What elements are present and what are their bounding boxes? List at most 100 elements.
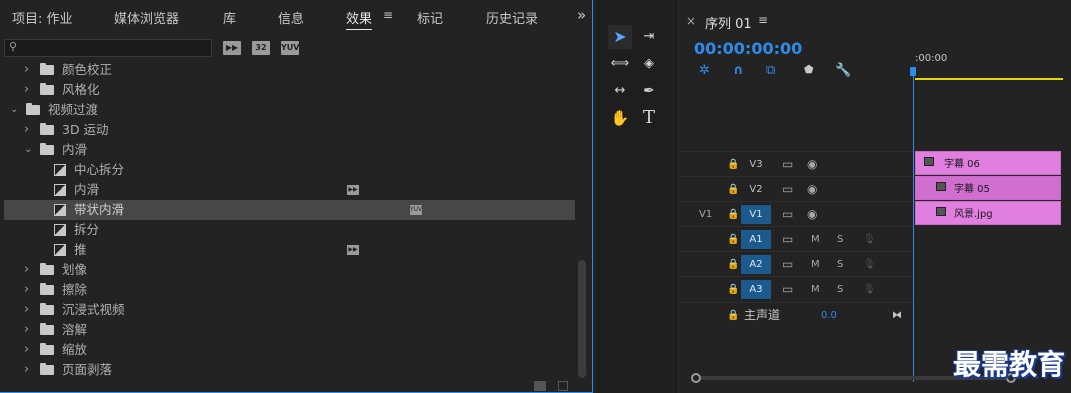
toggle-output-icon[interactable]: ▭ bbox=[782, 252, 793, 277]
tree-folder-item[interactable]: ⌄ 视频过渡 bbox=[4, 100, 575, 120]
zoom-handle-left[interactable] bbox=[691, 373, 701, 383]
razor-tool-icon[interactable]: ◈ bbox=[637, 52, 661, 76]
track-select-tool-icon[interactable]: ⇥ bbox=[637, 25, 661, 49]
tree-effect-item[interactable]: 内滑 ▶▶ bbox=[4, 180, 575, 200]
tab-history[interactable]: 历史记录 bbox=[486, 8, 538, 27]
chevron-down-icon[interactable]: ⌄ bbox=[10, 100, 18, 120]
source-patch[interactable]: V1 bbox=[699, 202, 712, 227]
snap-icon[interactable]: ∩ bbox=[733, 63, 744, 78]
slip-tool-icon[interactable]: ↔ bbox=[608, 79, 632, 103]
work-area-bar[interactable] bbox=[915, 78, 1063, 80]
wrench-icon[interactable]: 🔧 bbox=[835, 63, 851, 78]
search-field[interactable]: ⚲ bbox=[4, 39, 212, 57]
toggle-sync-lock-icon[interactable]: 🔒 bbox=[727, 152, 739, 177]
tab-libraries[interactable]: 库 bbox=[223, 8, 236, 27]
add-marker-icon[interactable]: ⬟ bbox=[804, 63, 814, 76]
eye-icon[interactable]: ◉ bbox=[807, 202, 817, 227]
tree-folder-item[interactable]: › 页面剥落 bbox=[4, 360, 575, 380]
toggle-sync-lock-icon[interactable]: 🔒 bbox=[727, 277, 739, 302]
toggle-output-icon[interactable]: ▭ bbox=[782, 152, 793, 177]
chevron-right-icon[interactable]: › bbox=[24, 300, 29, 320]
mute-button[interactable]: M bbox=[811, 227, 820, 252]
playhead-timecode[interactable]: 00:00:00:00 bbox=[694, 39, 802, 58]
search-input[interactable] bbox=[23, 41, 209, 55]
mute-button[interactable]: M bbox=[811, 277, 820, 302]
tab-markers[interactable]: 标记 bbox=[417, 8, 443, 27]
chevron-right-icon[interactable]: › bbox=[24, 340, 29, 360]
tab-info[interactable]: 信息 bbox=[278, 8, 304, 27]
eye-icon[interactable]: ◉ bbox=[807, 177, 817, 202]
playhead-line[interactable] bbox=[913, 72, 914, 382]
track-target-toggle[interactable]: A1 bbox=[741, 230, 771, 249]
clip-subtitle-05[interactable]: 字幕 05 bbox=[915, 176, 1061, 200]
solo-button[interactable]: S bbox=[837, 227, 843, 252]
master-volume-value[interactable]: 0.0 bbox=[821, 303, 837, 328]
track-target-toggle[interactable]: V1 bbox=[741, 205, 771, 224]
tree-folder-item[interactable]: › 3D 运动 bbox=[4, 120, 575, 140]
mic-icon[interactable]: 🎙 bbox=[863, 277, 876, 302]
toggle-output-icon[interactable]: ▭ bbox=[782, 227, 793, 252]
chevron-right-icon[interactable]: › bbox=[24, 320, 29, 340]
tree-folder-item[interactable]: › 划像 bbox=[4, 260, 575, 280]
vertical-scrollbar[interactable] bbox=[578, 260, 586, 378]
tree-effect-item[interactable]: 中心拆分 bbox=[4, 160, 575, 180]
yuv-filter-button[interactable]: YUV bbox=[281, 41, 299, 55]
chevron-right-icon[interactable]: › bbox=[24, 260, 29, 280]
toggle-sync-lock-icon[interactable]: 🔒 bbox=[727, 177, 739, 202]
lock-icon[interactable]: 🔒 bbox=[727, 303, 739, 328]
hand-tool-icon[interactable]: ✋ bbox=[608, 106, 632, 130]
toggle-output-icon[interactable]: ▭ bbox=[782, 177, 793, 202]
sequence-tab-title[interactable]: 序列 01 bbox=[705, 13, 752, 32]
ripple-edit-tool-icon[interactable]: ⟺ bbox=[608, 52, 632, 76]
type-tool-icon[interactable]: T bbox=[637, 106, 661, 130]
selection-tool-icon[interactable]: ➤ bbox=[608, 25, 632, 49]
close-icon[interactable]: × bbox=[686, 14, 696, 28]
pen-tool-icon[interactable]: ✒ bbox=[637, 79, 661, 103]
accelerated-effects-filter-icon[interactable]: ▶▶ bbox=[223, 41, 241, 55]
tree-folder-item[interactable]: › 缩放 bbox=[4, 340, 575, 360]
tree-effect-item[interactable]: 带状内滑 YUV bbox=[4, 200, 575, 220]
tab-project[interactable]: 项目: 作业 bbox=[12, 8, 73, 27]
toggle-sync-lock-icon[interactable]: 🔒 bbox=[727, 202, 739, 227]
chevron-right-icon[interactable]: › bbox=[24, 360, 29, 380]
chevron-right-icon[interactable]: › bbox=[24, 280, 29, 300]
track-target-toggle[interactable]: A2 bbox=[741, 255, 771, 274]
tree-folder-item[interactable]: › 颜色校正 bbox=[4, 60, 575, 80]
delete-icon[interactable] bbox=[558, 381, 568, 391]
linked-selection-icon[interactable]: ⧉ bbox=[766, 63, 775, 78]
tab-effects[interactable]: 效果 bbox=[346, 8, 373, 30]
mic-icon[interactable]: 🎙 bbox=[863, 227, 876, 252]
toggle-output-icon[interactable]: ▭ bbox=[782, 277, 793, 302]
sequence-menu-icon[interactable]: ≡ bbox=[758, 13, 768, 27]
track-target-toggle[interactable]: V3 bbox=[741, 155, 771, 174]
panel-overflow-icon[interactable]: » bbox=[577, 6, 586, 24]
chevron-right-icon[interactable]: › bbox=[24, 80, 29, 100]
tree-folder-item[interactable]: › 风格化 bbox=[4, 80, 575, 100]
tree-folder-item[interactable]: ⌄ 内滑 bbox=[4, 140, 575, 160]
panel-menu-icon[interactable]: ≡ bbox=[383, 8, 393, 22]
tab-media-browser[interactable]: 媒体浏览器 bbox=[114, 8, 179, 27]
tree-folder-item[interactable]: › 沉浸式视频 bbox=[4, 300, 575, 320]
mute-button[interactable]: M bbox=[811, 252, 820, 277]
toggle-output-icon[interactable]: ▭ bbox=[782, 202, 793, 227]
toggle-sync-lock-icon[interactable]: 🔒 bbox=[727, 252, 739, 277]
tree-folder-item[interactable]: › 擦除 bbox=[4, 280, 575, 300]
clip-subtitle-06[interactable]: 字幕 06 bbox=[915, 151, 1061, 175]
chevron-right-icon[interactable]: › bbox=[24, 60, 29, 80]
eye-icon[interactable]: ◉ bbox=[807, 152, 817, 177]
tree-effect-item[interactable]: 拆分 bbox=[4, 220, 575, 240]
master-meter-icon[interactable]: ⧓ bbox=[892, 303, 902, 328]
tree-folder-item[interactable]: › 溶解 bbox=[4, 320, 575, 340]
chevron-down-icon[interactable]: ⌄ bbox=[24, 140, 32, 160]
solo-button[interactable]: S bbox=[837, 252, 843, 277]
nest-toggle-icon[interactable]: ✲ bbox=[699, 63, 710, 78]
tree-effect-item[interactable]: 推 ▶▶ bbox=[4, 240, 575, 260]
mic-icon[interactable]: 🎙 bbox=[863, 252, 876, 277]
toggle-sync-lock-icon[interactable]: 🔒 bbox=[727, 227, 739, 252]
track-target-toggle[interactable]: V2 bbox=[741, 180, 771, 199]
clip-landscape-jpg[interactable]: 风景.jpg bbox=[915, 201, 1061, 225]
new-bin-icon[interactable] bbox=[534, 381, 546, 391]
chevron-right-icon[interactable]: › bbox=[24, 120, 29, 140]
32bit-filter-button[interactable]: 32 bbox=[252, 41, 270, 55]
track-target-toggle[interactable]: A3 bbox=[741, 280, 771, 299]
